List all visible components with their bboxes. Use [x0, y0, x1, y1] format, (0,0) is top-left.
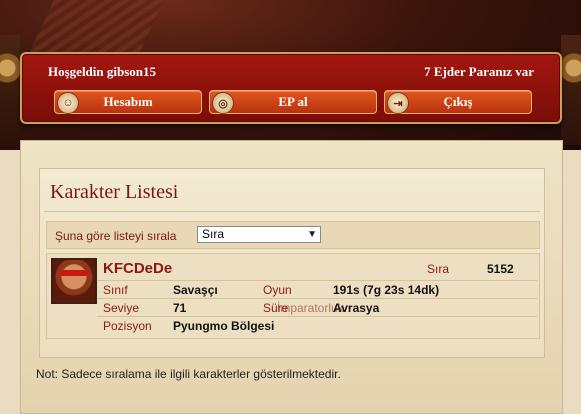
- playtime-label: Oyun: [263, 283, 292, 297]
- ornament-left: [0, 35, 20, 145]
- sort-selected-value: Sıra: [202, 227, 225, 241]
- info-row-class: Sınıf Savaşçı Oyun 191s (7g 23s 14dk): [97, 280, 537, 299]
- buy-ep-button-label: EP al: [278, 94, 308, 109]
- coins-icon: ◎: [212, 92, 234, 114]
- playtime-value: 191s (7g 23s 14dk): [333, 283, 440, 297]
- divider: [44, 211, 540, 212]
- rank-value: 5152: [487, 262, 514, 276]
- position-label: Pozisyon: [103, 319, 152, 333]
- footnote: Not: Sadece sıralama ile ilgili karakter…: [36, 367, 341, 381]
- page-title: Karakter Listesi: [50, 181, 179, 203]
- ornament-right: [561, 35, 581, 145]
- position-value: Pyungmo Bölgesi: [173, 319, 275, 333]
- logout-button-label: Çıkış: [443, 94, 473, 109]
- welcome-text: Hoşgeldin gibson15: [48, 64, 157, 79]
- rank-label: Sıra: [427, 262, 450, 276]
- account-button-label: Hesabım: [103, 94, 153, 109]
- account-header: Hoşgeldin gibson15 7 Ejder Paranız var ☺…: [20, 52, 562, 124]
- dragon-money-text: 7 Ejder Paranız var: [424, 64, 534, 79]
- buy-ep-button[interactable]: ◎ EP al: [209, 90, 377, 114]
- info-row-level: Seviye 71 Süre İmparatorluk Avrasya: [97, 298, 537, 317]
- info-row-position: Pozisyon Pyungmo Bölgesi: [97, 316, 537, 335]
- account-button[interactable]: ☺ Hesabım: [54, 90, 202, 114]
- class-value: Savaşçı: [173, 283, 218, 297]
- level-label: Seviye: [103, 301, 140, 315]
- character-list-box: Karakter Listesi Şuna göre listeyi sıral…: [39, 168, 545, 358]
- logout-button[interactable]: ⇥ Çıkış: [384, 90, 532, 114]
- class-label: Sınıf: [103, 283, 128, 297]
- dropdown-arrow-icon: ▼: [307, 229, 317, 240]
- avatar-headband: [59, 270, 89, 276]
- user-icon: ☺: [57, 92, 79, 114]
- character-name[interactable]: KFCDeDe: [103, 260, 172, 277]
- sort-label: Şuna göre listeyi sırala: [55, 229, 177, 243]
- character-card: KFCDeDe Sıra 5152 Sınıf Savaşçı Oyun 191…: [46, 253, 540, 339]
- sort-row: Şuna göre listeyi sırala Sıra ▼: [46, 221, 540, 249]
- level-value: 71: [173, 301, 187, 315]
- exit-door-icon: ⇥: [387, 92, 409, 114]
- empire-value: Avrasya: [333, 301, 380, 315]
- sort-select[interactable]: Sıra ▼: [197, 226, 321, 243]
- character-avatar: [51, 258, 97, 304]
